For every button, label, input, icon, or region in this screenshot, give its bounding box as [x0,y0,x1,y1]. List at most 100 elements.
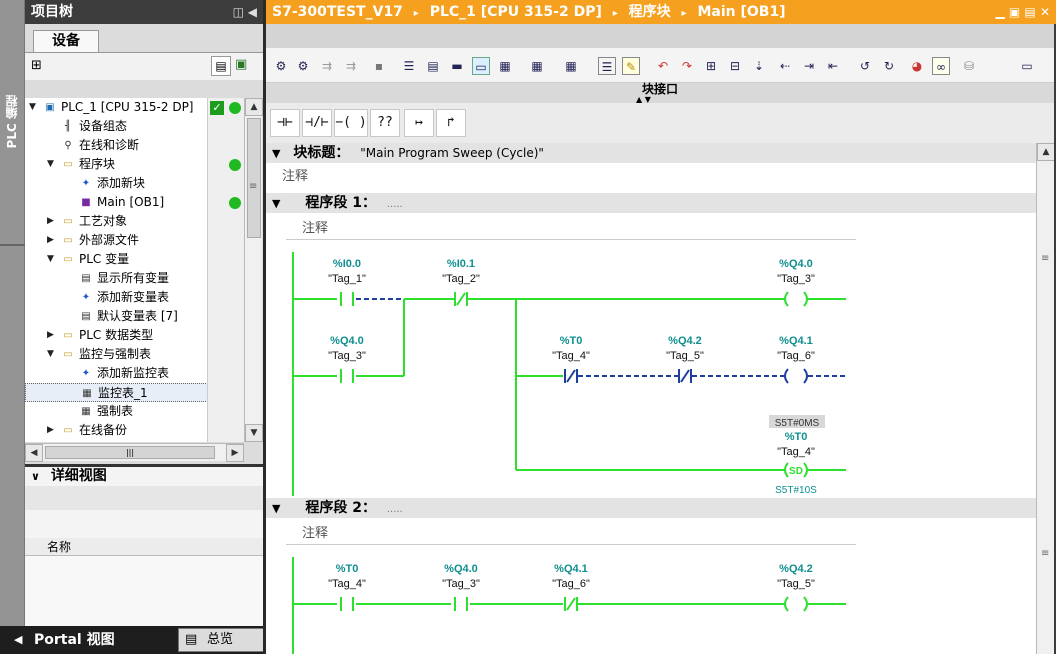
expand-arrow-icon[interactable]: ▶ [47,326,54,345]
ladder-elements: %I0.0 "Tag_1" %I0.1 "Tag_2" %Q4.0 "Tag_3" %Q4.… [328,258,825,612]
overview-tab[interactable]: ▤ 总览 [178,628,266,652]
outdent-icon[interactable]: ⇤ [824,57,842,75]
delete-network-icon[interactable]: ⇉ [342,57,360,75]
no-contact[interactable] [340,597,354,611]
overview-icon: ▤ [185,632,198,647]
collapse-arrow-icon[interactable]: ▼ [47,345,54,364]
detail-view-title: 详细视图 [50,468,107,484]
scroll-down-icon[interactable]: ▼ [245,424,263,442]
tag-table-icon: ▤ [81,311,91,322]
no-contact-button[interactable]: ⊣⊢ [270,109,300,137]
detail-view-header[interactable]: ∨ 详细视图 [25,464,263,486]
add-address-icon[interactable]: ⊞ [702,57,720,75]
expand-arrow-icon[interactable]: ▶ [47,231,54,250]
remove-address-icon[interactable]: ⊟ [726,57,744,75]
compile-icon[interactable]: ▪ [370,57,388,75]
nc-contact[interactable] [564,597,578,611]
breadcrumb-program-blocks[interactable]: 程序块 [629,4,671,20]
close-all-networks-icon[interactable]: ▬ [448,57,466,75]
operand-tag: "Tag_2" [442,273,480,285]
plc-programming-side-tab[interactable]: PLC 编程 [0,0,25,626]
redo-icon[interactable]: ↻ [880,57,898,75]
expand-arrow-icon[interactable]: ▶ [47,212,54,231]
monitoring-glasses-icon[interactable]: ∞ [932,57,950,75]
breadcrumb-main-ob1[interactable]: Main [OB1] [697,4,785,20]
add-table-icon: ✦ [81,368,91,379]
coil-button[interactable]: −( )− [334,109,368,156]
portal-view-button[interactable]: ◀ Portal 视图 [0,626,170,654]
comments-toggle-icon[interactable]: ▭ [472,57,490,75]
tab-devices[interactable]: 设备 [33,30,99,52]
empty-box-button[interactable]: ?? [370,109,400,137]
breadcrumb-plc[interactable]: PLC_1 [CPU 315-2 DP] [430,4,602,20]
collapse-panel-icon[interactable]: ◫ ◀ [233,0,257,24]
tag-table-icon: ▤ [81,273,91,284]
new-item-icon[interactable]: ⊞ [31,58,42,73]
scroll-up-icon[interactable]: ▲ [245,98,263,116]
nc-contact[interactable] [678,369,692,383]
operand-address: %Q4.1 [554,563,588,575]
expand-arrow-icon[interactable]: ▶ [47,421,54,440]
detail-name-column-header[interactable]: 名称 [25,538,263,556]
absolute-operand-icon[interactable]: ▦ [496,57,514,75]
undo-icon[interactable]: ↺ [856,57,874,75]
view-list-icon[interactable]: ▤ [211,56,231,76]
tree-item-label: 在线和诊断 [79,138,140,152]
expand-icon[interactable]: ⇣ [750,57,768,75]
monitor-on-icon[interactable]: ⚙ [272,57,290,75]
next-error-icon[interactable]: ↷ [678,57,696,75]
block-interface-label[interactable]: 块接口 [620,83,700,95]
indent-icon[interactable]: ⇥ [800,57,818,75]
breadcrumb-project[interactable]: S7-300TEST_V17 [272,4,403,20]
split-editor-icon[interactable]: ▭ [1018,57,1036,75]
operand-address: %I0.0 [333,258,361,270]
folder-icon: ▭ [63,216,73,227]
align-icon[interactable]: ☰ [400,57,418,75]
tree-vertical-scrollbar[interactable]: ▲ ≡ ▼ [244,98,263,442]
download-icon[interactable]: ⛁ [960,57,978,75]
project-tree-toolbar: ⊞ ▤ ▣ [25,52,263,80]
set-breakpoint-icon[interactable]: ✎ [622,57,640,75]
insert-row-icon[interactable]: ☰ [598,57,616,75]
nc-contact[interactable] [564,369,578,383]
collapse-arrow-icon[interactable]: ▼ [47,250,54,269]
coil[interactable] [784,291,808,307]
side-tab-label: PLC 编程 [5,95,19,149]
symbolic-operand-icon[interactable]: ▦ [562,57,580,75]
collapse-arrow-icon[interactable]: ▼ [29,98,36,117]
go-previous-icon[interactable]: ⇠ [776,57,794,75]
operand-tag: "Tag_4" [552,350,590,362]
editor-vertical-scrollbar[interactable]: ▲ ≡ ≡ [1036,143,1055,654]
coil[interactable] [784,596,808,612]
open-branch-button[interactable]: ↦ [404,109,434,137]
operand-address: %Q4.0 [444,563,478,575]
nc-contact[interactable] [454,292,468,306]
no-contact[interactable] [340,292,354,306]
monitor-off-icon[interactable]: ⚙ [294,57,312,75]
cross-reference-icon[interactable]: ◕ [908,57,926,75]
open-all-networks-icon[interactable]: ▤ [424,57,442,75]
chevron-down-icon[interactable]: ∨ [31,470,40,483]
folder-icon: ▭ [63,254,73,265]
scroll-up-icon[interactable]: ▲ [1037,143,1055,161]
nc-contact-button[interactable]: ⊣/⊢ [302,109,332,137]
insert-network-icon[interactable]: ⇉ [318,57,336,75]
watch-table-icon: ▦ [82,388,92,399]
scroll-thumb[interactable]: ||| [45,446,215,459]
close-branch-button[interactable]: ↱ [436,109,466,137]
scroll-left-icon[interactable]: ◀ [25,444,43,462]
collapse-arrow-icon[interactable]: ▼ [47,155,54,174]
go-to-error-icon[interactable]: ↶ [654,57,672,75]
overview-icon[interactable]: ▣ [235,57,247,72]
tree-item-label: 程序块 [79,157,116,171]
operand-tag: "Tag_3" [777,273,815,285]
coil[interactable] [784,368,808,384]
no-contact[interactable] [340,369,354,383]
folder-icon: ▭ [63,159,73,170]
scroll-thumb[interactable] [247,118,261,238]
favorites-icon[interactable]: ▦ [528,57,546,75]
scroll-right-icon[interactable]: ▶ [226,444,244,462]
no-contact[interactable] [454,597,468,611]
window-controls[interactable]: ▁ ▣ ▤ ✕ [996,0,1051,24]
tree-horizontal-scrollbar[interactable]: ◀ ||| ▶ [25,443,244,462]
